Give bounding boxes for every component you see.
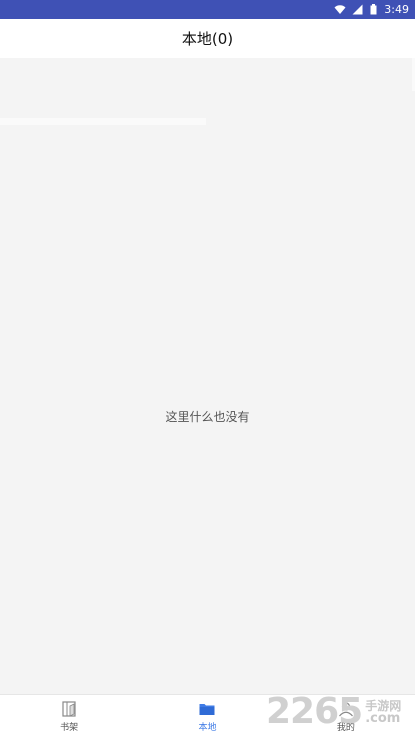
bottom-nav: 书架 本地 我的 [0,694,415,738]
nav-label-mine: 我的 [336,723,355,733]
user-icon [337,700,355,718]
nav-label-local: 本地 [198,723,217,733]
wifi-icon [334,4,346,15]
local-books-content[interactable]: 这里什么也没有 [0,58,415,694]
signal-icon [352,4,364,15]
nav-item-bookshelf[interactable]: 书架 [0,695,138,738]
battery-icon [370,4,378,15]
bookshelf-icon [60,700,78,718]
nav-label-bookshelf: 书架 [60,723,79,733]
nav-item-local[interactable]: 本地 [138,695,276,738]
ghost-strip [0,118,206,125]
status-time: 3:49 [384,3,409,16]
page-title: 本地(0) [181,30,234,48]
folder-icon [198,700,216,718]
empty-state-message: 这里什么也没有 [165,410,250,424]
nav-item-mine[interactable]: 我的 [277,695,415,738]
status-bar: 3:49 [0,0,415,19]
app-bar: 本地(0) [0,19,415,58]
